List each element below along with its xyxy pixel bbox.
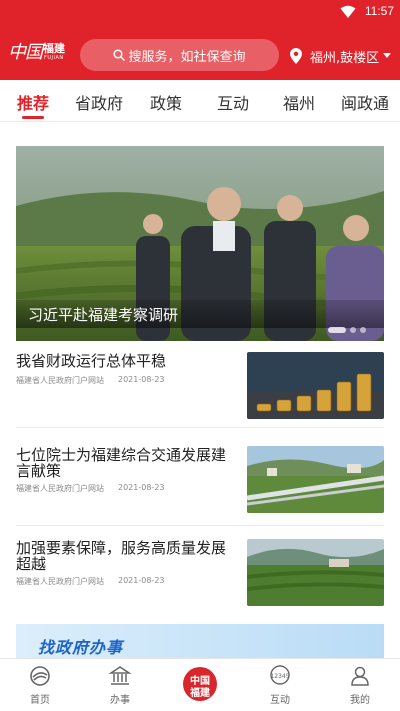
app-header: 中国 福建 FUJIAN 搜服务，如社保查询 福州,鼓楼区 — [0, 24, 400, 80]
news-divider — [16, 427, 384, 428]
news-thumbnail — [247, 539, 384, 606]
carousel-dot — [350, 327, 356, 333]
banner-caption-bar: 习近平赴福建考察调研 — [16, 300, 384, 328]
logo-main-text: 中国 — [8, 42, 43, 63]
location-selector[interactable]: 福州,鼓楼区 — [290, 46, 392, 66]
news-thumbnail — [247, 352, 384, 419]
news-source: 福建省人民政府门户网站 — [16, 577, 104, 586]
user-profile-icon — [351, 666, 369, 686]
news-source: 福建省人民政府门户网站 — [16, 484, 104, 493]
active-tab-indicator — [22, 116, 44, 119]
wifi-icon — [340, 5, 356, 18]
news-title: 七位院士为福建综合交通发展建言献策 — [16, 446, 227, 480]
chevron-down-icon — [383, 53, 392, 58]
news-date: 2021-08-23 — [118, 483, 165, 492]
china-fujian-center-button[interactable]: 中国 福建 — [183, 667, 217, 701]
nav-interaction-label: 互动 — [270, 695, 290, 706]
content-area: 习近平赴福建考察调研 我省财政运行总体平稳 福建省人民政府门户网站 2021-0… — [0, 122, 400, 658]
nav-profile-label: 我的 — [350, 695, 370, 706]
location-pin-icon — [290, 48, 302, 64]
news-date: 2021-08-23 — [118, 576, 165, 585]
status-bar: 11:57 — [0, 0, 400, 24]
banner-caption: 习近平赴福建考察调研 — [28, 306, 179, 324]
tab-recommend[interactable]: 推荐 — [0, 90, 66, 114]
tab-interaction[interactable]: 互动 — [200, 90, 266, 114]
search-input[interactable]: 搜服务，如社保查询 — [80, 39, 279, 71]
find-government-service-banner[interactable]: 找政府办事 — [16, 624, 384, 658]
status-time: 11:57 — [364, 4, 394, 18]
center-logo-line2: 福建 — [190, 688, 210, 699]
tab-policy[interactable]: 政策 — [133, 90, 199, 114]
nav-home-label: 首页 — [30, 695, 50, 706]
government-building-icon — [109, 666, 131, 685]
news-source: 福建省人民政府门户网站 — [16, 376, 104, 385]
nav-profile[interactable]: 我的 — [320, 659, 400, 711]
app-screen: 11:57 中国 福建 FUJIAN 搜服务，如社保查询 福州,鼓楼区 推荐 省… — [0, 0, 400, 711]
logo-side-text: 福建 — [43, 42, 65, 55]
nav-home[interactable]: 首页 — [0, 659, 80, 711]
news-thumbnail — [247, 446, 384, 513]
nav-services[interactable]: 办事 — [80, 659, 160, 711]
logo-sub-text: FUJIAN — [44, 55, 64, 61]
hotline-12345-icon: 12345 — [270, 665, 290, 685]
search-placeholder: 搜服务，如社保查询 — [128, 49, 246, 65]
svg-text:12345: 12345 — [270, 673, 289, 680]
location-label: 福州,鼓楼区 — [310, 50, 380, 66]
nav-services-label: 办事 — [110, 695, 130, 706]
news-divider — [16, 525, 384, 526]
carousel-dot — [360, 327, 366, 333]
news-date: 2021-08-23 — [118, 375, 165, 384]
tab-fuzhou[interactable]: 福州 — [266, 90, 332, 114]
nav-interaction[interactable]: 12345 互动 — [240, 659, 320, 711]
china-fujian-logo[interactable]: 中国 福建 FUJIAN — [8, 38, 70, 68]
tab-provincial-government[interactable]: 省政府 — [66, 90, 132, 114]
category-tabs: 推荐 省政府 政策 互动 福州 闽政通 — [0, 80, 400, 122]
tab-minzhengtong[interactable]: 闽政通 — [332, 90, 398, 114]
news-title: 我省财政运行总体平稳 — [16, 352, 167, 370]
news-title: 加强要素保障，服务高质量发展超越 — [16, 539, 227, 573]
home-swirl-icon — [30, 666, 50, 686]
carousel-dot-active — [328, 327, 346, 333]
promo-text: 找政府办事 — [38, 638, 124, 657]
search-icon — [113, 49, 126, 61]
